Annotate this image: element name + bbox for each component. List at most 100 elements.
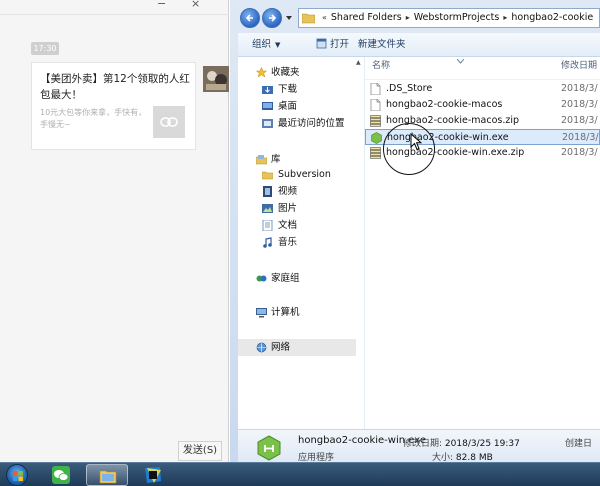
windows-logo-icon [13, 471, 23, 481]
nav-item-desktop[interactable]: 桌面 [238, 98, 364, 115]
file-date: 2018/3/ [561, 115, 598, 126]
open-label: 打开 [330, 39, 350, 50]
recent-places-icon [262, 119, 273, 128]
breadcrumb-item[interactable]: Shared Folders [331, 12, 402, 23]
nav-item-homegroup[interactable]: 家庭组 [238, 270, 364, 287]
header-divider [365, 79, 600, 80]
chat-title-strip: − × [0, 0, 229, 12]
file-date: 2018/3/ [561, 99, 598, 110]
nav-label: 网络 [271, 342, 291, 353]
avatar[interactable] [203, 66, 229, 92]
new-folder-button[interactable]: 新建文件夹 [358, 33, 406, 57]
file-name: .DS_Store [386, 83, 433, 94]
network-icon [256, 342, 267, 353]
open-button[interactable]: 打开 [316, 33, 349, 57]
zip-icon [370, 115, 381, 127]
homegroup-icon [256, 275, 267, 282]
close-icon[interactable]: × [191, 0, 200, 10]
star-icon [256, 67, 267, 78]
nav-label: 音乐 [278, 237, 298, 248]
cursor-highlight-ring [383, 123, 435, 175]
link-card[interactable]: 【美团外卖】第12个领取的人红包最大！ 10元大包等你来拿，手快有，手慢无~ [31, 62, 196, 150]
nav-item-downloads[interactable]: 下载 [238, 81, 364, 98]
file-icon [370, 83, 381, 95]
nav-label: 视频 [278, 186, 298, 197]
sort-chevron-icon[interactable] [457, 59, 464, 64]
computer-icon [256, 308, 267, 318]
detail-modified-value: 2018/3/25 19:37 [444, 439, 520, 449]
taskbar-wechat[interactable] [40, 464, 82, 486]
file-date: 2018/3/ [562, 132, 599, 143]
detail-created: 创建日 [565, 439, 593, 449]
nav-item-favorites[interactable]: 收藏夹 [238, 64, 364, 81]
taskbar [0, 462, 600, 486]
file-date: 2018/3/ [561, 147, 598, 158]
file-name: hongbao2-cookie-macos [386, 99, 503, 110]
zip-icon [370, 147, 381, 159]
column-header-name[interactable]: 名称 [372, 57, 390, 75]
video-icon [263, 186, 272, 197]
nav-label: 下载 [278, 84, 298, 95]
nav-label: 收藏夹 [271, 67, 300, 78]
minimize-icon[interactable]: − [157, 0, 166, 10]
organize-button[interactable]: 组织 ▼ [252, 33, 280, 57]
card-description: 10元大包等你来拿，手快有，手慢无~ [40, 108, 147, 129]
chevron-right-icon[interactable]: ▸ [406, 13, 410, 22]
address-bar[interactable]: «Shared Folders ▸ WebstormProjects ▸ hongbao… [298, 8, 600, 28]
divider [0, 14, 229, 15]
nav-item-recent[interactable]: 最近访问的位置 [238, 115, 364, 132]
music-icon [263, 237, 272, 248]
navigation-bar: «Shared Folders ▸ WebstormProjects ▸ hongbao… [238, 6, 600, 30]
breadcrumb-overflow-icon[interactable]: « [322, 13, 327, 22]
scroll-up-icon[interactable]: ▲ [356, 59, 361, 66]
file-icon [370, 99, 381, 111]
open-icon [316, 38, 327, 49]
nav-label: 家庭组 [271, 273, 300, 284]
breadcrumb: «Shared Folders ▸ WebstormProjects ▸ hongbao… [318, 9, 593, 27]
details-pane: hongbao2-cookie-win.exe 应用程序 修改日期: 2018/… [238, 429, 600, 463]
taskbar-webstorm[interactable] [132, 464, 174, 486]
back-arrow-icon [245, 14, 253, 22]
navigation-pane: 收藏夹 下载 桌面 最近访问的位置 库 Subversion 视频 图片 文档 … [238, 57, 364, 429]
nav-label: 文档 [278, 220, 298, 231]
nav-label: 计算机 [271, 307, 300, 318]
file-row[interactable]: .DS_Store 2018/3/ [365, 81, 600, 97]
back-button[interactable] [240, 8, 260, 28]
nav-item-network[interactable]: 网络 [238, 339, 356, 356]
file-row[interactable]: hongbao2-cookie-macos 2018/3/ [365, 97, 600, 113]
detail-modified-label: 修改日期: [403, 439, 443, 449]
folder-icon [302, 13, 315, 24]
send-button[interactable]: 发送(S) [178, 441, 222, 461]
document-icon [262, 220, 273, 231]
desktop-icon [262, 102, 273, 110]
recent-pages-dropdown-icon[interactable] [286, 15, 292, 21]
forward-arrow-icon [269, 14, 277, 22]
nav-label: 最近访问的位置 [278, 118, 345, 129]
breadcrumb-item[interactable]: hongbao2-cookie [511, 12, 593, 23]
chevron-down-icon: ▼ [275, 41, 281, 49]
exe-icon [371, 132, 382, 144]
column-header-modified[interactable]: 修改日期 [561, 57, 597, 75]
nav-label: 图片 [278, 203, 298, 214]
nav-item-documents[interactable]: 文档 [238, 217, 364, 234]
breadcrumb-item[interactable]: WebstormProjects [414, 12, 500, 23]
exe-icon [257, 435, 281, 461]
nav-label: 桌面 [278, 101, 298, 112]
nav-label: Subversion [278, 169, 331, 180]
start-button[interactable] [6, 464, 28, 486]
nav-item-pictures[interactable]: 图片 [238, 200, 364, 217]
card-title: 【美团外卖】第12个领取的人红包最大！ [40, 73, 190, 101]
chat-window: − × 17:30 【美团外卖】第12个领取的人红包最大！ 10元大包等你来拿，… [0, 0, 229, 462]
nav-item-videos[interactable]: 视频 [238, 183, 364, 200]
nav-item-computer[interactable]: 计算机 [238, 304, 364, 321]
taskbar-explorer[interactable] [86, 464, 128, 486]
organize-label: 组织 [252, 39, 272, 50]
nav-item-subversion[interactable]: Subversion [238, 166, 364, 183]
chevron-right-icon[interactable]: ▸ [503, 13, 507, 22]
file-list: 名称 修改日期 .DS_Store 2018/3/hongbao2-cookie-… [365, 57, 600, 429]
downloads-icon [262, 86, 273, 94]
webstorm-icon [145, 467, 161, 483]
nav-item-music[interactable]: 音乐 [238, 234, 364, 251]
forward-button[interactable] [262, 8, 282, 28]
file-date: 2018/3/ [561, 83, 598, 94]
